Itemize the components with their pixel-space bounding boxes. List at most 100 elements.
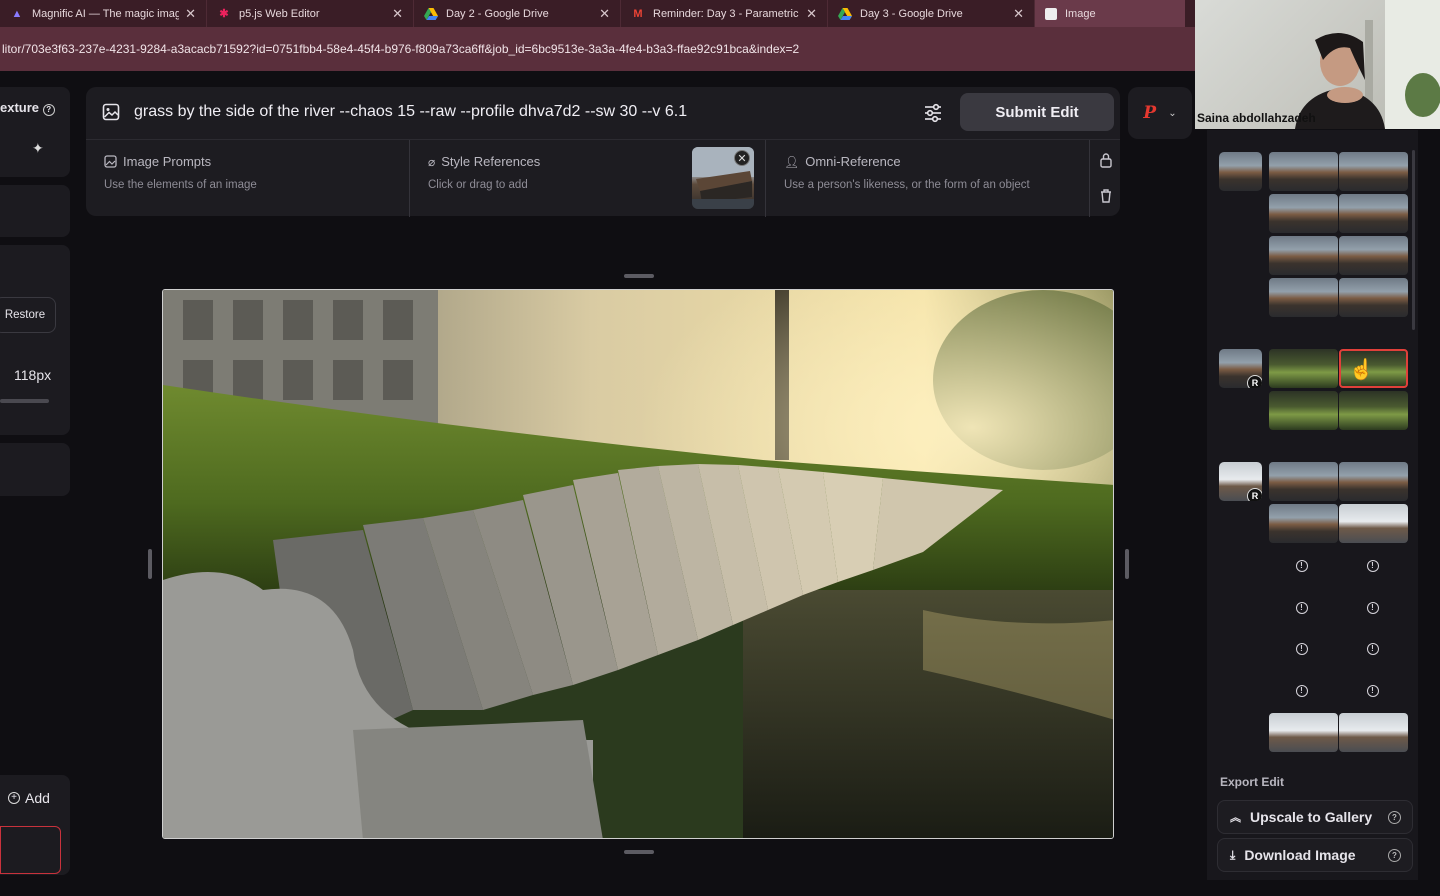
prompt-input[interactable]: grass by the side of the river --chaos 1… [134,103,687,121]
browser-tab-p5js[interactable]: ✱ p5.js Web Editor ✕ [207,0,414,27]
result-thumbnail[interactable] [1339,194,1408,233]
image-prompts-slot[interactable]: Image Prompts Use the elements of an ima… [86,140,409,217]
result-thumbnail[interactable] [1269,194,1338,233]
browser-tab-drive-day2[interactable]: Day 2 - Google Drive ✕ [414,0,621,27]
result-thumbnail[interactable] [1269,391,1338,430]
result-thumbnail[interactable] [1269,152,1338,191]
result-thumbnail[interactable] [1269,236,1338,275]
browser-tab-gmail[interactable]: M Reminder: Day 3 - Parametric I ✕ [621,0,828,27]
google-drive-icon [424,7,438,21]
address-bar[interactable]: litor/703e3f63-237e-4231-9284-a3acacb715… [0,27,1195,71]
help-icon[interactable]: ? [1388,849,1401,862]
source-thumbnail[interactable] [1219,152,1262,191]
close-tab-icon[interactable]: ✕ [806,6,817,22]
add-button[interactable]: + Add [8,790,50,806]
left-resize-handle[interactable] [148,549,152,579]
result-thumbnail[interactable] [1339,504,1408,543]
result-thumbnail-selected[interactable]: ☝ [1339,349,1408,388]
tab-title: Reminder: Day 3 - Parametric I [653,7,801,20]
google-drive-icon [838,7,852,21]
result-thumbnail[interactable] [1269,713,1338,752]
result-thumbnail[interactable] [1269,349,1338,388]
style-references-slot[interactable]: ⌀ Style References Click or drag to add … [409,140,765,217]
right-resize-handle[interactable] [1125,549,1129,579]
browser-tab-magnific[interactable]: ▲ Magnific AI — The magic imag ✕ [0,0,207,27]
info-icon: ! [1295,684,1308,697]
pending-slot: ! [1267,588,1336,627]
source-thumbnail[interactable]: R [1219,349,1262,388]
download-image-button[interactable]: ⤓ Download Image ? [1217,838,1413,872]
result-thumbnail[interactable] [1269,278,1338,317]
submit-edit-button[interactable]: Submit Edit [960,93,1114,131]
top-resize-handle[interactable] [624,274,654,278]
add-label: Add [25,790,50,806]
sparkle-icon[interactable]: ✦ [32,140,44,157]
pending-slot: ! [1338,629,1407,668]
image-prompts-title: Image Prompts [123,154,212,169]
result-thumbnail[interactable] [1339,236,1408,275]
tab-title: Day 3 - Google Drive [860,7,963,20]
lock-icon[interactable] [1099,152,1113,168]
info-icon: ! [1295,642,1308,655]
result-thumbnail[interactable] [1269,462,1338,501]
result-thumbnail[interactable] [1339,152,1408,191]
reference-tools [1089,140,1120,217]
brush-size-slider[interactable] [0,399,49,403]
help-icon[interactable]: ? [42,104,55,116]
result-thumbnail[interactable] [1339,391,1408,430]
main-edit-image[interactable] [162,289,1114,839]
brush-settings-card [0,245,70,435]
style-reference-thumbnail[interactable]: ✕ [692,147,754,209]
results-panel: R ☝ R ! ! ! ! ! ! ! ! Export Edit ︽ Upsc… [1207,130,1418,880]
source-thumbnail[interactable]: R [1219,462,1262,501]
texture-label: exture [0,100,40,115]
restore-button[interactable]: Restore [0,297,56,333]
result-thumbnail[interactable] [1339,713,1408,752]
image-icon [102,103,120,121]
pending-slot: ! [1267,629,1336,668]
tab-title: p5.js Web Editor [239,7,320,20]
style-references-title: Style References [441,154,541,169]
close-tab-icon[interactable]: ✕ [392,6,403,22]
close-tab-icon[interactable]: ✕ [599,6,610,22]
gmail-icon: M [633,7,643,20]
brand-logo: P [1143,103,1157,123]
paperclip-icon: ⌀ [428,154,436,169]
trash-icon[interactable] [1099,188,1113,204]
settings-sliders-icon[interactable] [922,102,944,124]
omni-reference-slot[interactable]: 👤︎ Omni-Reference Use a person's likenes… [765,140,1089,217]
brush-size-value: 118px [14,367,52,383]
pending-slot: ! [1338,671,1407,710]
bottom-resize-handle[interactable] [624,850,654,854]
browser-tab-bar: ▲ Magnific AI — The magic imag ✕ ✱ p5.js… [0,0,1195,27]
pending-slot: ! [1267,546,1336,585]
reference-badge: R [1247,375,1262,388]
download-label: Download Image [1244,847,1356,863]
close-tab-icon[interactable]: ✕ [185,6,196,22]
close-tab-icon[interactable]: ✕ [1013,6,1024,22]
image-prompts-subtitle: Use the elements of an image [104,179,257,191]
browser-tab-drive-day3[interactable]: Day 3 - Google Drive ✕ [828,0,1035,27]
result-thumbnail[interactable] [1339,462,1408,501]
help-icon[interactable]: ? [1388,811,1401,824]
image-icon [104,155,117,168]
info-icon: ! [1295,559,1308,572]
result-thumbnail[interactable] [1269,504,1338,543]
selected-layer-outline[interactable] [0,826,61,874]
upscale-to-gallery-button[interactable]: ︽ Upscale to Gallery ? [1217,800,1413,834]
result-thumbnail[interactable] [1339,278,1408,317]
webcam-overlay: Saina abdollahzadeh [1195,0,1440,129]
person-icon: 👤︎ [784,154,800,169]
reference-row: Image Prompts Use the elements of an ima… [86,139,1120,217]
profile-menu-button[interactable]: P ⌄ [1128,87,1192,139]
browser-tab-image[interactable]: Image [1035,0,1185,27]
omni-reference-title: Omni-Reference [805,154,901,169]
omni-reference-subtitle: Use a person's likeness, or the form of … [784,179,1030,191]
chevron-down-icon: ⌄ [1168,107,1177,119]
omni-reference-heading: 👤︎ Omni-Reference [784,154,901,169]
tab-title: Magnific AI — The magic imag [32,7,180,20]
pending-slot: ! [1338,588,1407,627]
prompt-bar: grass by the side of the river --chaos 1… [86,87,1120,139]
remove-reference-icon[interactable]: ✕ [734,150,750,166]
results-scrollbar[interactable] [1412,150,1415,330]
